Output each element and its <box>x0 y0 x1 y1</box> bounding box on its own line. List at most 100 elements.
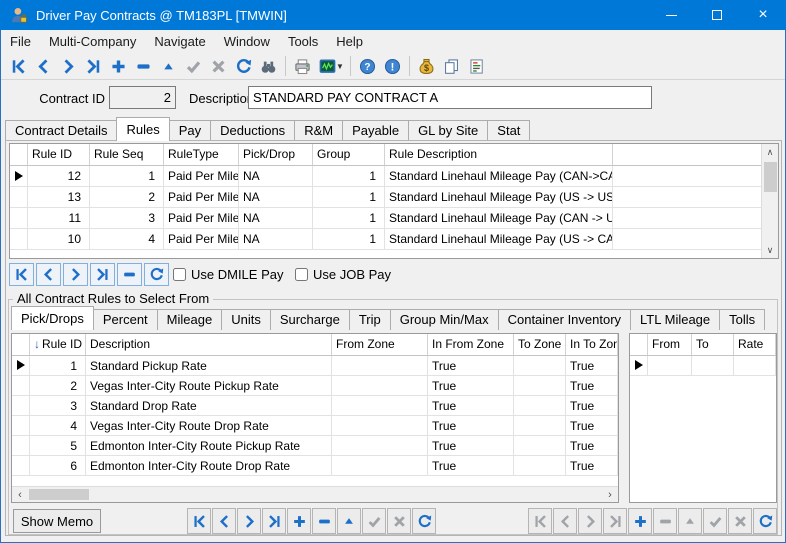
scrollbar-thumb[interactable] <box>764 162 777 192</box>
tab-trip[interactable]: Trip <box>349 309 391 330</box>
last-record-button[interactable] <box>90 263 115 286</box>
print-icon[interactable] <box>290 54 315 78</box>
maximize-button[interactable] <box>694 0 740 30</box>
column-header[interactable]: Rule Seq <box>90 144 164 165</box>
refresh-button[interactable] <box>144 263 169 286</box>
table-row[interactable]: 3 Standard Drop Rate True True <box>12 396 618 416</box>
tab-mileage[interactable]: Mileage <box>157 309 223 330</box>
table-row[interactable]: 12 1 Paid Per Mile NA 1 Standard Linehau… <box>10 166 778 187</box>
tab-gl-by-site[interactable]: GL by Site <box>408 120 488 141</box>
prior-record-button[interactable] <box>212 508 236 534</box>
minimize-button[interactable] <box>648 0 694 30</box>
add-record-button[interactable] <box>628 508 652 534</box>
menu-tools[interactable]: Tools <box>279 31 327 52</box>
tab-deductions[interactable]: Deductions <box>210 120 295 141</box>
scrollbar-thumb[interactable] <box>29 489 89 500</box>
tab-percent[interactable]: Percent <box>93 309 158 330</box>
save-icon[interactable] <box>181 54 206 78</box>
terminal-dropdown-icon[interactable]: ▼ <box>336 62 344 71</box>
column-header[interactable]: Description <box>86 334 332 355</box>
first-record-icon[interactable] <box>6 54 31 78</box>
tab-pay[interactable]: Pay <box>169 120 211 141</box>
table-row[interactable] <box>630 356 776 376</box>
close-button[interactable]: × <box>740 0 786 30</box>
tab-rules[interactable]: Rules <box>116 117 169 141</box>
first-record-button[interactable] <box>9 263 34 286</box>
next-record-button[interactable] <box>578 508 602 534</box>
vertical-scrollbar[interactable]: ∧ ∨ <box>761 144 778 258</box>
column-header[interactable]: Rule ID <box>28 144 90 165</box>
table-row[interactable]: 1 Standard Pickup Rate True True <box>12 356 618 376</box>
last-record-icon[interactable] <box>81 54 106 78</box>
prior-record-icon[interactable] <box>31 54 56 78</box>
scroll-down-icon[interactable]: ∨ <box>762 242 778 258</box>
memo-report-icon[interactable] <box>464 54 489 78</box>
tab-rm[interactable]: R&M <box>294 120 343 141</box>
last-record-button[interactable] <box>262 508 286 534</box>
column-header[interactable]: Group <box>313 144 385 165</box>
help-icon[interactable] <box>355 54 380 78</box>
tab-group-min-max[interactable]: Group Min/Max <box>390 309 499 330</box>
info-icon[interactable] <box>380 54 405 78</box>
move-up-button[interactable] <box>678 508 702 534</box>
table-row[interactable]: 11 3 Paid Per Mile NA 1 Standard Linehau… <box>10 208 778 229</box>
tab-payable[interactable]: Payable <box>342 120 409 141</box>
refresh-button[interactable] <box>412 508 436 534</box>
show-memo-button[interactable]: Show Memo <box>13 509 101 533</box>
column-header[interactable]: In To Zone <box>566 334 618 355</box>
tab-container-inventory[interactable]: Container Inventory <box>498 309 631 330</box>
column-header[interactable]: To Zone <box>514 334 566 355</box>
driver-pay-icon[interactable] <box>414 54 439 78</box>
menu-window[interactable]: Window <box>215 31 279 52</box>
column-header[interactable]: Rate <box>734 334 776 355</box>
find-icon[interactable] <box>256 54 281 78</box>
delete-record-button[interactable] <box>117 263 142 286</box>
move-up-icon[interactable] <box>156 54 181 78</box>
column-header[interactable]: Rule Description <box>385 144 613 165</box>
tab-stat[interactable]: Stat <box>487 120 530 141</box>
copy-icon[interactable] <box>439 54 464 78</box>
tab-tolls[interactable]: Tolls <box>719 309 765 330</box>
delete-record-icon[interactable] <box>131 54 156 78</box>
column-header[interactable]: RuleType <box>164 144 239 165</box>
menu-multi-company[interactable]: Multi-Company <box>40 31 145 52</box>
refresh-icon[interactable] <box>231 54 256 78</box>
scroll-up-icon[interactable]: ∧ <box>762 144 778 160</box>
first-record-button[interactable] <box>187 508 211 534</box>
column-header[interactable]: From Zone <box>332 334 428 355</box>
table-row[interactable]: 6 Edmonton Inter-City Route Drop Rate Tr… <box>12 456 618 476</box>
menu-navigate[interactable]: Navigate <box>145 31 214 52</box>
cancel-button[interactable] <box>728 508 752 534</box>
table-row[interactable]: 10 4 Paid Per Mile NA 1 Standard Linehau… <box>10 229 778 250</box>
scroll-left-icon[interactable]: ‹ <box>12 487 28 502</box>
cancel-icon[interactable] <box>206 54 231 78</box>
tab-ltl-mileage[interactable]: LTL Mileage <box>630 309 720 330</box>
tab-units[interactable]: Units <box>221 309 271 330</box>
column-header[interactable]: To <box>692 334 734 355</box>
use-job-pay-checkbox[interactable] <box>295 268 308 281</box>
save-button[interactable] <box>362 508 386 534</box>
next-record-button[interactable] <box>237 508 261 534</box>
prior-record-button[interactable] <box>36 263 61 286</box>
horizontal-scrollbar[interactable]: ‹ › <box>12 486 618 502</box>
table-row[interactable]: 5 Edmonton Inter-City Route Pickup Rate … <box>12 436 618 456</box>
next-record-icon[interactable] <box>56 54 81 78</box>
last-record-button[interactable] <box>603 508 627 534</box>
table-row[interactable]: 4 Vegas Inter-City Route Drop Rate True … <box>12 416 618 436</box>
tab-contract-details[interactable]: Contract Details <box>5 120 117 141</box>
refresh-button[interactable] <box>753 508 777 534</box>
prior-record-button[interactable] <box>553 508 577 534</box>
delete-record-button[interactable] <box>312 508 336 534</box>
next-record-button[interactable] <box>63 263 88 286</box>
column-header[interactable]: Pick/Drop <box>239 144 313 165</box>
contract-id-field[interactable] <box>109 86 176 109</box>
add-record-icon[interactable] <box>106 54 131 78</box>
tab-surcharge[interactable]: Surcharge <box>270 309 350 330</box>
scroll-right-icon[interactable]: › <box>602 487 618 502</box>
description-field[interactable] <box>248 86 652 109</box>
use-dmile-pay-checkbox[interactable] <box>173 268 186 281</box>
menu-file[interactable]: File <box>1 31 40 52</box>
cancel-button[interactable] <box>387 508 411 534</box>
menu-help[interactable]: Help <box>327 31 372 52</box>
tab-pick-drops[interactable]: Pick/Drops <box>11 306 94 330</box>
